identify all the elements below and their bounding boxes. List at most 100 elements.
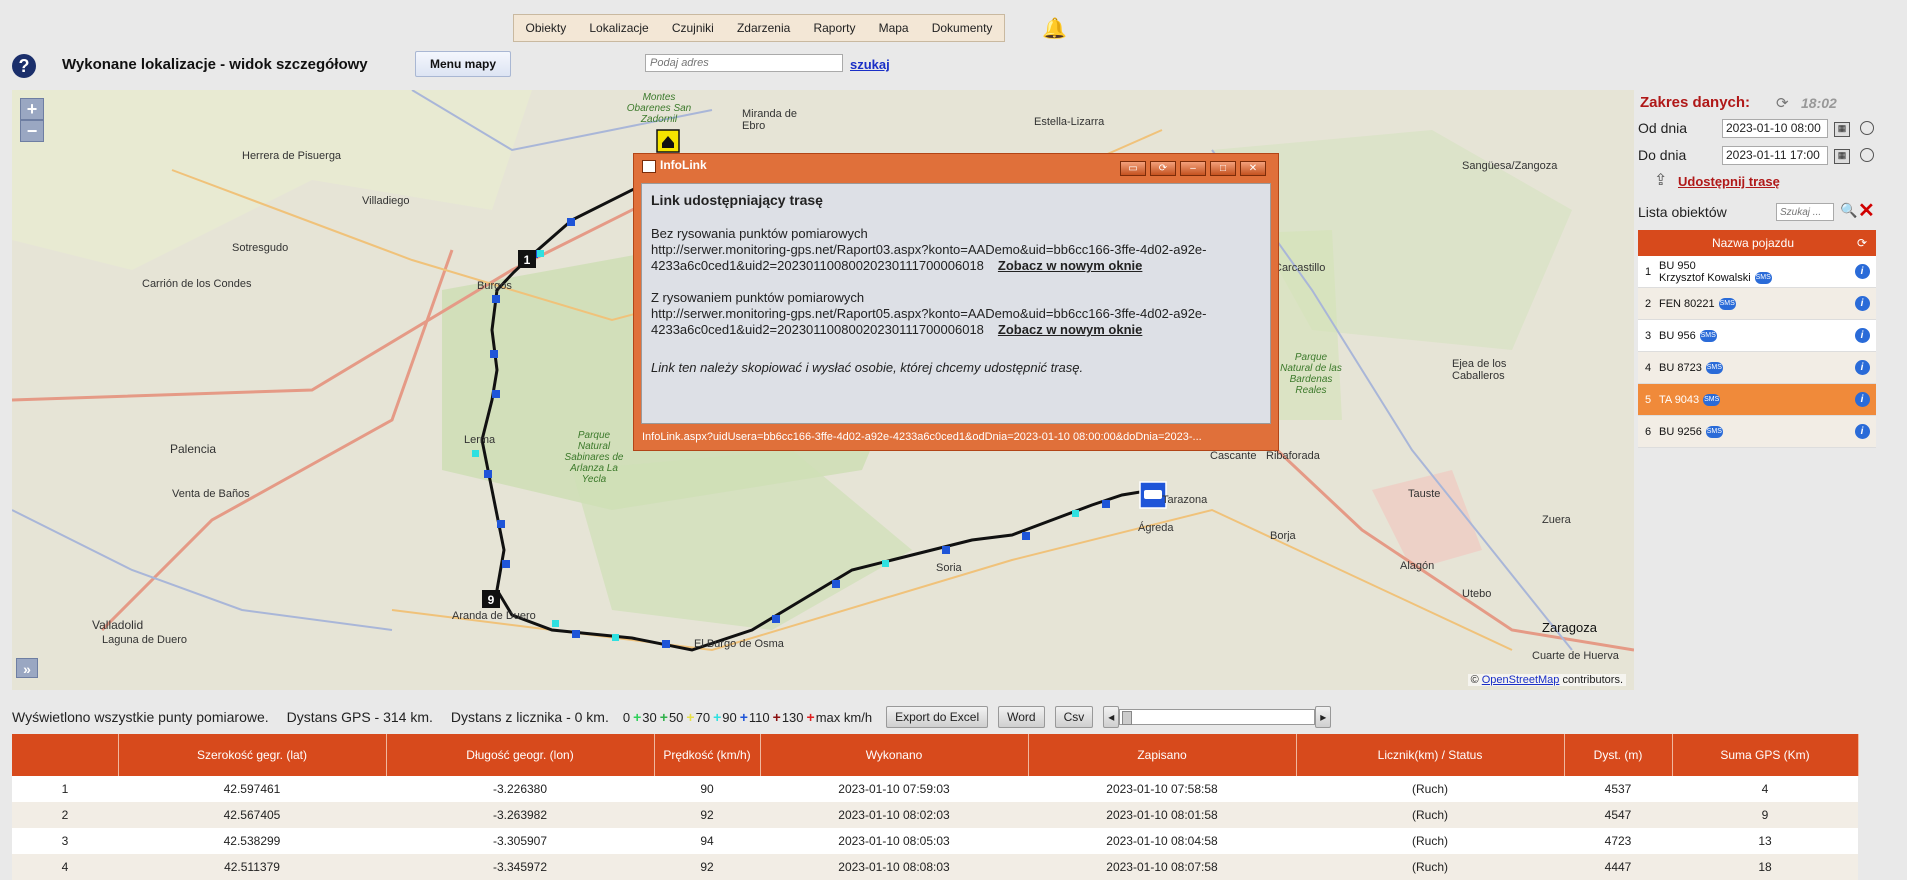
dialog-status-url: InfoLink.aspx?uidUsera=bb6cc166-3ffe-4d0…: [642, 431, 1202, 443]
refresh-icon[interactable]: ⟳: [1776, 94, 1789, 112]
export-word-button[interactable]: Word: [998, 706, 1045, 728]
clock-icon[interactable]: [1860, 121, 1874, 135]
refresh-icon[interactable]: ⟳: [1848, 230, 1876, 256]
zoom-out-button[interactable]: −: [20, 120, 44, 142]
vehicle-row-selected[interactable]: 5 TA 9043 SMS i: [1638, 383, 1876, 416]
place-label: Herrera de Pisuerga: [242, 150, 342, 162]
plus-icon: +: [806, 709, 815, 725]
vehicle-row[interactable]: 6 BU 9256 SMS i: [1638, 415, 1876, 448]
zoom-in-button[interactable]: +: [20, 98, 44, 120]
search-link[interactable]: szukaj: [850, 57, 890, 72]
refresh-icon[interactable]: ⟳: [1150, 161, 1176, 176]
marker-label-1: 1: [524, 253, 531, 267]
vehicle-list: Nazwa pojazdu ⟳ 1 BU 950 Krzysztof Kowals…: [1638, 230, 1876, 448]
expand-panel-button[interactable]: »: [16, 658, 38, 678]
export-csv-button[interactable]: Csv: [1054, 706, 1094, 728]
nav-raporty[interactable]: Raporty: [809, 21, 859, 35]
place-label: Carrión de los Condes: [142, 278, 252, 290]
minimize-icon[interactable]: –: [1180, 161, 1206, 176]
from-date-input[interactable]: 2023-01-10 08:00: [1722, 119, 1828, 138]
plus-icon: +: [772, 709, 781, 725]
restore-icon[interactable]: ▭: [1120, 161, 1146, 176]
table-row[interactable]: 1 42.597461 -3.226380 90 2023-01-10 07:59:…: [12, 776, 1858, 802]
place-label: Villadiego: [362, 195, 410, 207]
dialog-heading: Link udostępniający trasę: [651, 192, 823, 208]
col-speed[interactable]: Prędkość (km/h): [654, 734, 761, 776]
sms-icon[interactable]: SMS: [1705, 425, 1723, 438]
object-list-label: Lista obiektów: [1638, 204, 1727, 220]
share-icon[interactable]: ⇪: [1654, 170, 1667, 190]
info-icon[interactable]: i: [1854, 296, 1870, 311]
help-icon[interactable]: ?: [12, 54, 36, 78]
clear-icon[interactable]: ✕: [1858, 198, 1875, 223]
close-icon[interactable]: ✕: [1240, 161, 1266, 176]
info-icon[interactable]: i: [1854, 264, 1870, 279]
vehicle-row[interactable]: 3 BU 956 SMS i: [1638, 319, 1876, 352]
without-points-url-1: http://serwer.monitoring-gps.net/Raport0…: [651, 242, 1207, 257]
nav-dokumenty[interactable]: Dokumenty: [928, 21, 997, 35]
plus-icon: +: [713, 709, 722, 725]
table-row[interactable]: 3 42.538299 -3.305907 94 2023-01-10 08:05:…: [12, 828, 1858, 854]
col-distance[interactable]: Dyst. (m): [1564, 734, 1673, 776]
table-row[interactable]: 2 42.567405 -3.263982 92 2023-01-10 08:02:…: [12, 802, 1858, 828]
place-label: Sotresgudo: [232, 242, 289, 254]
vehicle-row[interactable]: 1 BU 950 Krzysztof Kowalski SMS i: [1638, 256, 1876, 288]
vehicle-row[interactable]: 4 BU 8723 SMS i: [1638, 351, 1876, 384]
osm-link[interactable]: OpenStreetMap: [1482, 674, 1560, 686]
col-lat[interactable]: Szerokość gegr. (lat): [118, 734, 387, 776]
without-points-url-2: 4233a6c0ced1&uid2=2023011008002023011170…: [651, 258, 984, 273]
nav-obiekty[interactable]: Obiekty: [522, 21, 571, 35]
open-new-window-link[interactable]: Zobacz w nowym oknie: [998, 322, 1142, 337]
clock-icon[interactable]: [1860, 148, 1874, 162]
col-saved[interactable]: Zapisano: [1028, 734, 1297, 776]
place-label: El Burgo de Osma: [694, 638, 784, 650]
col-lon[interactable]: Długość geogr. (lon): [386, 734, 655, 776]
col-gps-sum[interactable]: Suma GPS (Km): [1672, 734, 1859, 776]
table-row[interactable]: 4 42.511379 -3.345972 92 2023-01-10 08:08:…: [12, 854, 1858, 880]
place-label: Ágreda: [1138, 522, 1174, 534]
place-label: Carcastillo: [1274, 262, 1326, 274]
slider-handle[interactable]: [1122, 711, 1133, 725]
point-slider[interactable]: [1119, 709, 1316, 725]
nav-mapa[interactable]: Mapa: [875, 21, 913, 35]
plus-icon: +: [739, 709, 748, 725]
nav-zdarzenia[interactable]: Zdarzenia: [733, 21, 794, 35]
data-range-label: Zakres danych:: [1640, 94, 1751, 111]
col-counter-status[interactable]: Licznik(km) / Status: [1296, 734, 1565, 776]
nav-lokalizacje[interactable]: Lokalizacje: [585, 21, 652, 35]
calendar-icon[interactable]: ▦: [1834, 122, 1850, 137]
nav-czujniki[interactable]: Czujniki: [668, 21, 718, 35]
place-label: Sangüesa/Zangoza: [1462, 160, 1558, 172]
object-search-input[interactable]: [1776, 203, 1834, 221]
search-icon[interactable]: 🔍: [1840, 202, 1857, 219]
to-date-input[interactable]: 2023-01-11 17:00: [1722, 146, 1828, 165]
info-icon[interactable]: i: [1854, 392, 1870, 407]
place-label: Estella-Lizarra: [1034, 116, 1105, 128]
info-icon[interactable]: i: [1854, 424, 1870, 439]
sms-icon[interactable]: SMS: [1718, 297, 1736, 310]
sms-icon[interactable]: SMS: [1705, 361, 1723, 374]
with-points-url-2: 4233a6c0ced1&uid2=2023011008002023011170…: [651, 322, 984, 337]
slider-right-icon[interactable]: ▸: [1315, 706, 1332, 728]
vehicle-row[interactable]: 2 FEN 80221 SMS i: [1638, 287, 1876, 320]
open-new-window-link[interactable]: Zobacz w nowym oknie: [998, 258, 1142, 273]
infolink-dialog: InfoLink ▭ ⟳ – □ ✕ Link udostępniający t…: [633, 153, 1279, 451]
share-route-link[interactable]: Udostępnij trasę: [1678, 174, 1780, 189]
info-icon[interactable]: i: [1854, 360, 1870, 375]
right-panel: Zakres danych: ⟳ 18:02 Od dnia 2023-01-1…: [1636, 86, 1907, 690]
bell-icon[interactable]: 🔔: [1042, 16, 1067, 41]
info-icon[interactable]: i: [1854, 328, 1870, 343]
address-input[interactable]: [645, 54, 843, 72]
export-excel-button[interactable]: Export do Excel: [886, 706, 989, 728]
maximize-icon[interactable]: □: [1210, 161, 1236, 176]
sms-icon[interactable]: SMS: [1699, 329, 1717, 342]
col-executed[interactable]: Wykonano: [760, 734, 1029, 776]
calendar-icon[interactable]: ▦: [1834, 149, 1850, 164]
sms-icon[interactable]: SMS: [1754, 271, 1772, 284]
speed-legend-0: 0: [622, 709, 631, 725]
slider-left-icon[interactable]: ◂: [1103, 706, 1120, 728]
menu-map-button[interactable]: Menu mapy: [415, 51, 511, 77]
sms-icon[interactable]: SMS: [1703, 393, 1721, 406]
place-label: Tauste: [1408, 488, 1441, 500]
place-label: Montes Obarenes San Zadornil: [626, 92, 692, 125]
